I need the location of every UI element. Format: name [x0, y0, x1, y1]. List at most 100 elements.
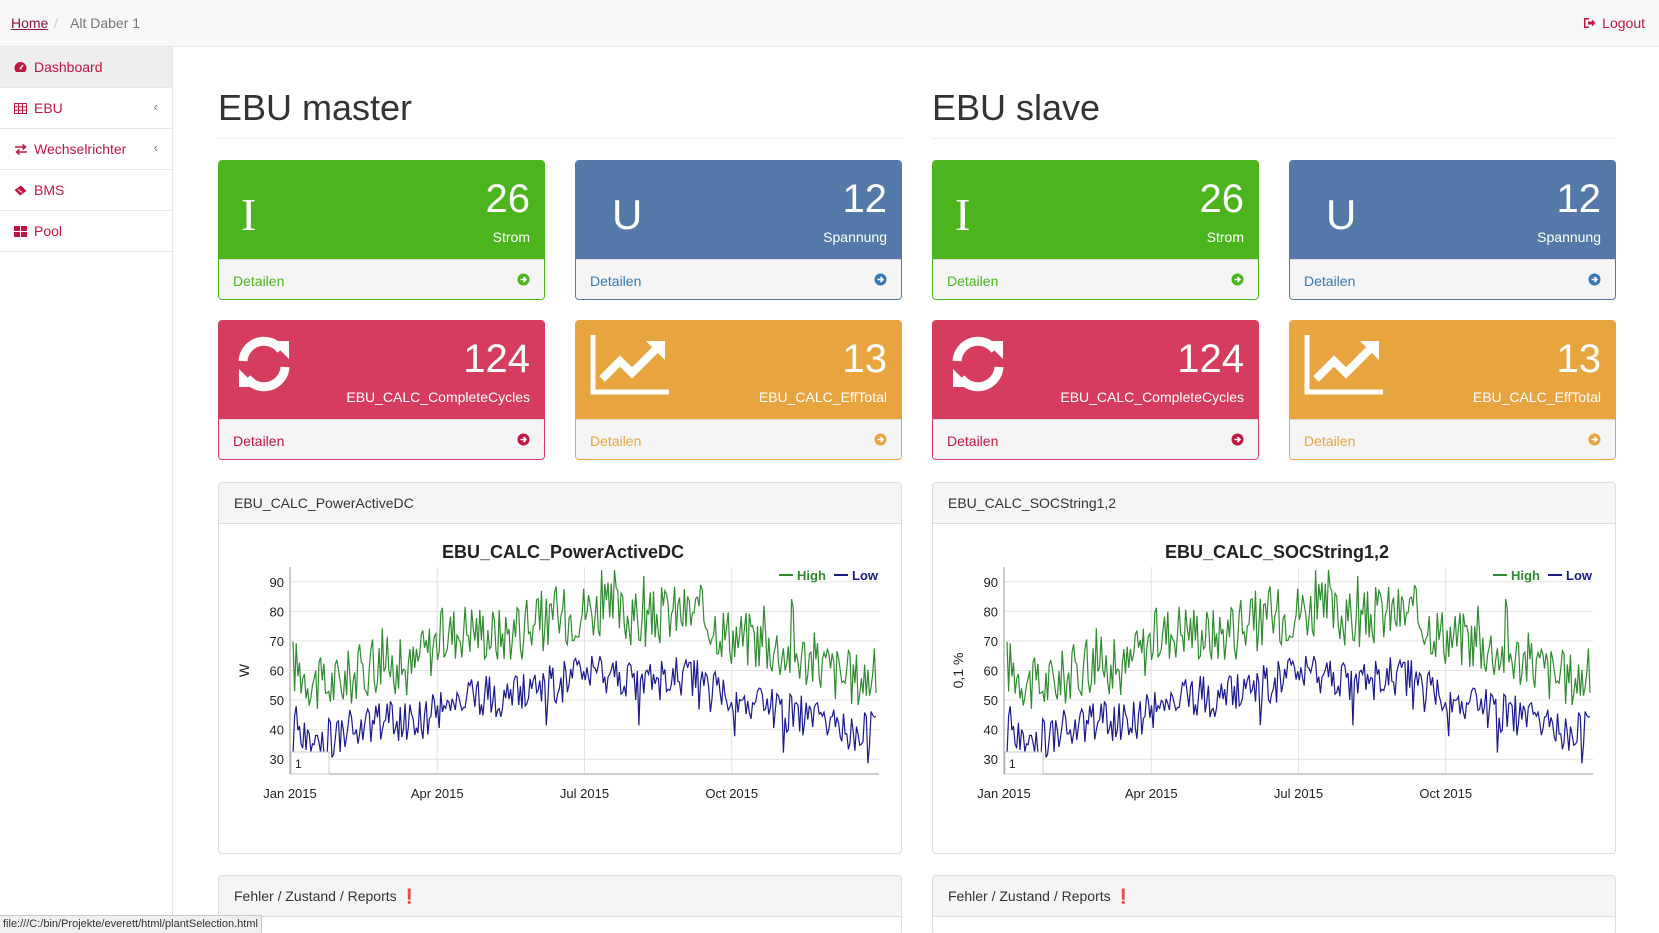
y-tick-label: 30 — [984, 752, 998, 767]
panel-complete-cycles: 124 EBU_CALC_CompleteCycles Detailen — [932, 320, 1259, 460]
arrow-circle-right-icon — [1231, 433, 1244, 449]
sidebar-item-wechselrichter[interactable]: Wechselrichter ‹ — [0, 129, 172, 170]
y-tick-label: 70 — [270, 634, 284, 649]
panel-details-link[interactable]: Detailen — [1290, 259, 1615, 299]
arrow-circle-right-icon — [874, 273, 887, 289]
y-tick-label: 40 — [270, 723, 284, 738]
logout-button[interactable]: Logout — [1583, 15, 1645, 31]
y-axis-label: 0,1 % — [950, 653, 966, 689]
sidebar-item-label: Dashboard — [34, 59, 103, 75]
chart-panel-title: EBU_CALC_PowerActiveDC — [219, 483, 901, 524]
breadcrumb-separator: / — [54, 15, 58, 31]
y-tick-label: 80 — [984, 604, 998, 619]
details-label: Detailen — [947, 432, 999, 449]
legend-entry: Low — [1566, 568, 1593, 583]
line-chart[interactable]: EBU_CALC_SOCString1,2 30 40 50 60 70 80 90 Jan 2… — [933, 524, 1616, 854]
voltage-symbol-icon: U — [1326, 191, 1357, 238]
sidebar-item-dashboard[interactable]: Dashboard — [0, 47, 172, 88]
panel-value: 124 — [1177, 337, 1244, 381]
panel-label: Spannung — [823, 229, 887, 245]
panel-label: EBU_CALC_EffTotal — [758, 389, 887, 405]
voltage-symbol-icon: U — [612, 191, 643, 238]
page-title: EBU slave — [932, 87, 1101, 128]
panel-details-link[interactable]: Detailen — [933, 419, 1258, 459]
y-tick-label: 90 — [270, 575, 284, 590]
y-tick-label: 80 — [270, 604, 284, 619]
details-label: Detailen — [233, 432, 285, 449]
details-label: Detailen — [947, 272, 999, 289]
current-symbol-icon: I — [241, 189, 257, 240]
chevron-left-icon[interactable]: ‹ — [154, 99, 158, 114]
panel-value: 124 — [463, 337, 530, 381]
arrow-circle-right-icon — [517, 273, 530, 289]
x-tick-label: Jan 2015 — [977, 786, 1031, 801]
grid-icon — [14, 225, 28, 237]
arrow-circle-right-icon — [1231, 273, 1244, 289]
y-tick-label: 70 — [984, 634, 998, 649]
sidebar-item-ebu[interactable]: EBU ‹ — [0, 88, 172, 129]
y-axis-label: W — [236, 663, 252, 677]
top-navbar: Home / Alt Daber 1 Logout — [0, 0, 1659, 47]
breadcrumb-current: Alt Daber 1 — [70, 15, 141, 31]
x-tick-label: Apr 2015 — [411, 786, 464, 801]
breadcrumb-home-link[interactable]: Home — [11, 15, 48, 31]
arrow-circle-right-icon — [517, 433, 530, 449]
panel-strom: I 26 Strom Detailen — [932, 160, 1259, 300]
panel-label: Strom — [1206, 229, 1244, 245]
panel-details-link[interactable]: Detailen — [933, 259, 1258, 299]
panel-value: 26 — [485, 177, 531, 221]
sidebar: Dashboard EBU ‹ Wechselrichter ‹ BMS Poo… — [0, 47, 173, 933]
page-title: EBU master — [218, 87, 413, 128]
details-label: Detailen — [1304, 272, 1356, 289]
panel-value: 26 — [1199, 177, 1245, 221]
exchange-icon — [14, 143, 28, 155]
reports-panel: Fehler / Zustand / Reports ❗ — [218, 875, 902, 933]
chevron-left-icon[interactable]: ‹ — [154, 140, 158, 155]
arrow-circle-right-icon — [874, 433, 887, 449]
chart-panel: EBU_CALC_PowerActiveDC EBU_CALC_PowerAct… — [218, 482, 902, 854]
legend-entry: Low — [852, 568, 879, 583]
panel-details-link[interactable]: Detailen — [1290, 419, 1615, 459]
panel-value: 13 — [1556, 337, 1602, 381]
panel-eff-total: 13 EBU_CALC_EffTotal Detailen — [1289, 320, 1616, 460]
x-tick-label: Oct 2015 — [705, 786, 758, 801]
sidebar-item-pool[interactable]: Pool — [0, 211, 172, 252]
y-tick-label: 50 — [984, 693, 998, 708]
battery-icon — [14, 185, 28, 196]
chart-panel: EBU_CALC_SOCString1,2 EBU_CALC_SOCString… — [932, 482, 1616, 854]
line-chart[interactable]: EBU_CALC_PowerActiveDC 30 40 50 60 70 80 90 Jan … — [219, 524, 902, 854]
panel-details-link[interactable]: Detailen — [219, 419, 544, 459]
y-tick-label: 90 — [984, 575, 998, 590]
reports-panel-title: Fehler / Zustand / Reports ❗ — [219, 876, 901, 917]
sidebar-item-label: EBU — [34, 100, 63, 116]
details-label: Detailen — [590, 272, 642, 289]
x-tick-label: Jul 2015 — [560, 786, 609, 801]
panel-value: 12 — [842, 177, 888, 221]
sidebar-item-bms[interactable]: BMS — [0, 170, 172, 211]
panel-label: EBU_CALC_EffTotal — [1472, 389, 1601, 405]
panel-details-link[interactable]: Detailen — [219, 259, 544, 299]
y-tick-label: 40 — [984, 723, 998, 738]
panel-label: Spannung — [1537, 229, 1601, 245]
panel-strom: I 26 Strom Detailen — [218, 160, 545, 300]
panel-spannung: U 12 Spannung Detailen — [575, 160, 902, 300]
refresh-icon — [233, 333, 295, 398]
panel-details-link[interactable]: Detailen — [576, 259, 901, 299]
x-tick-label: Jan 2015 — [263, 786, 317, 801]
details-label: Detailen — [590, 432, 642, 449]
x-tick-label: Oct 2015 — [1419, 786, 1472, 801]
reports-panel-title: Fehler / Zustand / Reports ❗ — [933, 876, 1615, 917]
chart-panel-title: EBU_CALC_SOCString1,2 — [933, 483, 1615, 524]
current-symbol-icon: I — [955, 189, 971, 240]
x-tick-label: Jul 2015 — [1274, 786, 1323, 801]
range-box-label: 1 — [1009, 757, 1016, 771]
details-label: Detailen — [233, 272, 285, 289]
panel-spannung: U 12 Spannung Detailen — [1289, 160, 1616, 300]
refresh-icon — [947, 333, 1009, 398]
details-label: Detailen — [1304, 432, 1356, 449]
title-divider — [932, 138, 1616, 139]
line-chart-icon — [1304, 333, 1386, 398]
y-tick-label: 60 — [270, 664, 284, 679]
range-box-label: 1 — [295, 757, 302, 771]
panel-details-link[interactable]: Detailen — [576, 419, 901, 459]
